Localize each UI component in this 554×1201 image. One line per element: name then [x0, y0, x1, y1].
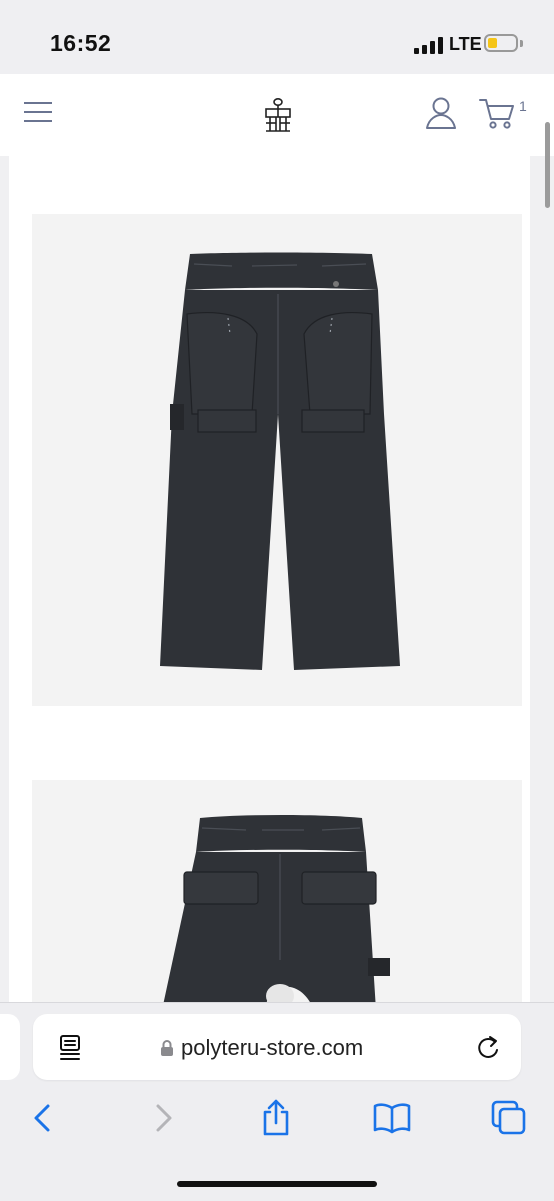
page-gutter-right: [530, 156, 554, 1006]
battery-cap: [520, 40, 523, 47]
pants-front-illustration: [160, 252, 400, 670]
bookmarks-icon[interactable]: [372, 1098, 412, 1138]
cart-count-badge[interactable]: 1: [519, 98, 527, 114]
forward-icon[interactable]: [142, 1098, 182, 1138]
tabs-icon[interactable]: [489, 1098, 529, 1138]
polyteru-logo-icon[interactable]: [262, 95, 294, 133]
battery-icon: [484, 34, 518, 52]
share-icon[interactable]: [256, 1098, 296, 1138]
shopping-cart-icon[interactable]: [478, 96, 516, 130]
cellular-signal-icon: [414, 36, 444, 54]
status-time: 16:52: [50, 30, 112, 56]
page-gutter-left: [0, 156, 9, 1006]
previous-tab-edge[interactable]: [0, 1014, 20, 1080]
network-type: LTE: [449, 34, 482, 54]
reload-icon[interactable]: [475, 1034, 501, 1062]
url-text[interactable]: polyteru-store.com: [181, 1035, 363, 1061]
user-icon[interactable]: [425, 96, 457, 130]
reader-mode-icon[interactable]: [58, 1034, 84, 1062]
product-image-front[interactable]: [32, 214, 522, 706]
pants-back-illustration: [162, 815, 390, 1010]
back-icon[interactable]: [24, 1098, 64, 1138]
scrollbar-thumb[interactable]: [545, 122, 550, 208]
lock-icon: [161, 1040, 173, 1056]
home-indicator[interactable]: [177, 1181, 377, 1187]
hamburger-menu-icon[interactable]: [24, 100, 52, 124]
product-image-back[interactable]: [32, 780, 522, 1010]
